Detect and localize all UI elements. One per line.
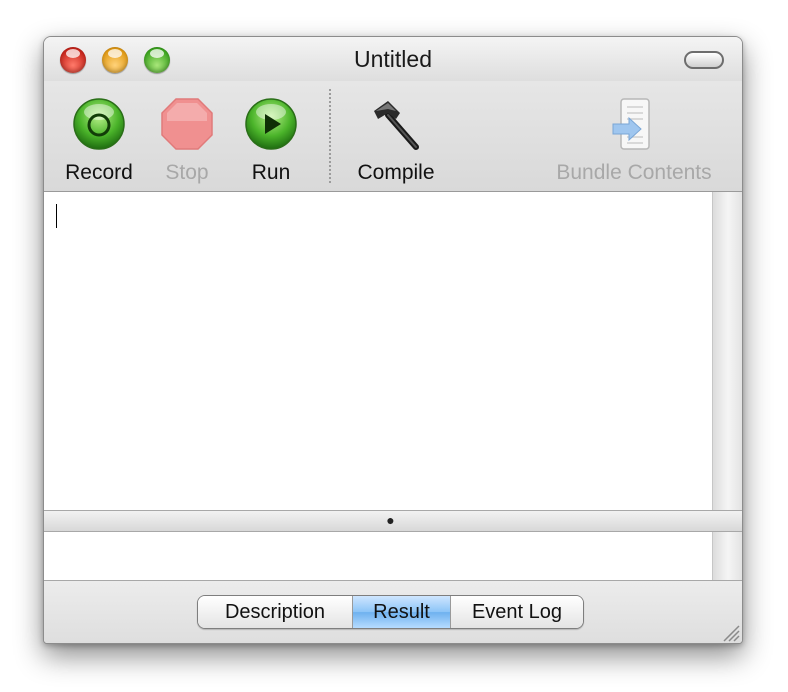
tab-description-label: Description (224, 601, 326, 623)
toolbar-separator (329, 89, 331, 183)
result-vertical-scrollbar[interactable] (712, 532, 742, 580)
splitter-handle-icon: ● (386, 512, 395, 528)
bottom-bar: Description Result Event Log (44, 580, 742, 643)
tab-event-log-label: Event Log (471, 601, 563, 623)
pane-splitter[interactable]: ● (44, 510, 742, 532)
resize-grip-icon[interactable] (718, 620, 740, 642)
window-title: Untitled (354, 46, 432, 72)
view-segmented-control: Description Result Event Log (197, 595, 584, 629)
bundle-contents-button[interactable]: Bundle Contents (544, 81, 724, 191)
run-label: Run (251, 161, 291, 184)
stop-label: Stop (165, 161, 209, 184)
tab-description[interactable]: Description (198, 596, 353, 628)
bundle-contents-label: Bundle Contents (556, 161, 712, 184)
record-label: Record (65, 161, 133, 184)
tab-result-label: Result (373, 601, 430, 623)
toolbar-toggle-button[interactable] (684, 51, 724, 69)
hammer-icon (366, 97, 426, 160)
toolbar: Record Stop Run Compile Bundle Contents (44, 81, 742, 192)
compile-label: Compile (357, 161, 435, 184)
bundle-contents-icon (609, 97, 659, 160)
run-button[interactable]: Run (230, 81, 312, 191)
tab-event-log[interactable]: Event Log (451, 596, 583, 628)
script-editor-text-area[interactable] (44, 192, 712, 510)
record-icon (72, 97, 126, 156)
result-pane[interactable] (44, 532, 712, 580)
compile-button[interactable]: Compile (344, 81, 448, 191)
tab-result[interactable]: Result (353, 596, 451, 628)
record-button[interactable]: Record (52, 81, 146, 191)
stop-button[interactable]: Stop (146, 81, 228, 191)
editor-vertical-scrollbar[interactable] (712, 192, 742, 510)
script-editor-window: Untitled Record Stop Run Compile Bundle … (43, 36, 743, 644)
stop-icon (160, 97, 214, 156)
text-caret (56, 204, 57, 228)
title-bar[interactable]: Untitled (44, 37, 742, 81)
run-icon (244, 97, 298, 156)
